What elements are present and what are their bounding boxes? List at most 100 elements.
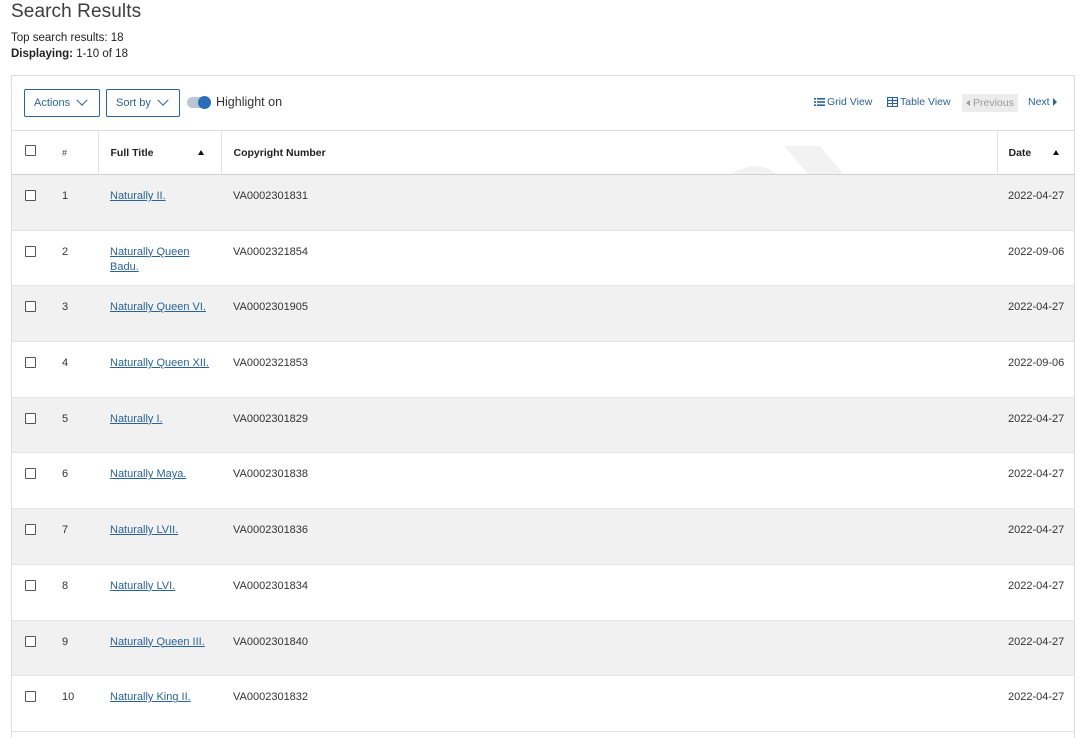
table-view-link[interactable]: Table View [887,96,951,108]
list-icon [814,98,825,106]
row-number: 1 [52,174,98,231]
sort-ascending-icon[interactable] [197,150,204,155]
row-copyright-number: VA0002301838 [221,452,997,510]
row-select-cell [12,564,52,621]
grid-view-link[interactable]: Grid View [814,96,872,108]
row-title-link[interactable]: Naturally Queen III. [110,636,205,648]
row-checkbox[interactable] [25,635,36,647]
displaying-label: Displaying: [11,48,73,60]
row-checkbox[interactable] [25,301,36,313]
date-header-label: Date [1008,146,1032,159]
grid-view-label: Grid View [827,96,873,108]
row-checkbox[interactable] [25,579,36,591]
row-copyright-number: VA0002301836 [221,508,997,565]
row-title-link[interactable]: Naturally II. [110,190,166,202]
row-checkbox[interactable] [25,468,36,480]
row-title-cell: Naturally King II. [98,675,221,732]
row-number: 5 [52,397,98,454]
row-title-cell: Naturally LVI. [98,564,221,621]
row-checkbox[interactable] [25,412,36,424]
row-title-link[interactable]: Naturally LVII. [110,524,178,536]
displaying-range: Displaying: 1-10 of 18 [11,46,128,62]
row-select-cell [12,675,52,732]
row-checkbox[interactable] [25,524,36,536]
row-date: 2022-09-06 [997,230,1074,287]
row-title-link[interactable]: Naturally King II. [110,691,191,703]
table-row: 7 Naturally LVII. VA0002301836 2022-04-27 [12,508,1074,565]
results-summary: Top search results: 18 Displaying: 1-10 … [11,30,128,62]
table-view-label: Table View [900,96,951,108]
previous-page-button[interactable]: Previous [962,94,1018,112]
table-row: 9 Naturally Queen III. VA0002301840 2022-04… [12,620,1074,677]
row-number: 2 [52,230,98,287]
row-number: 6 [52,452,98,510]
row-date: 2022-04-27 [997,174,1074,231]
sort-by-dropdown-button[interactable]: Sort by [106,89,180,117]
row-number: 8 [52,564,98,621]
highlight-toggle[interactable] [187,96,211,109]
results-panel: 123TRD Actions Sort by Highlight on Grid… [11,75,1075,738]
row-copyright-number: VA0002321854 [221,230,997,287]
table-row: 4 Naturally Queen XII. VA0002321853 2022-09… [12,341,1074,398]
row-checkbox[interactable] [25,357,36,369]
row-title-cell: Naturally Queen Badu. [98,230,221,287]
toggle-knob [198,96,211,109]
actions-dropdown-button[interactable]: Actions [24,89,100,117]
sort-by-label: Sort by [116,97,151,109]
full-title-header[interactable]: Full Title [97,130,221,175]
highlight-label: Highlight on [216,95,283,109]
select-all-checkbox[interactable] [25,144,36,156]
table-row: 10 Naturally King II. VA0002301832 2022-04-… [12,675,1074,732]
row-number: 4 [52,341,98,398]
row-select-cell [12,174,52,231]
chevron-down-icon [157,94,169,106]
row-title-cell: Naturally LVII. [98,508,221,565]
full-title-header-label: Full Title [110,146,154,159]
table-row: 1 Naturally II. VA0002301831 2022-04-27 [12,174,1074,231]
row-copyright-number: VA0002321853 [221,341,997,398]
copyright-number-header[interactable]: Copyright Number [220,130,997,175]
results-toolbar: Actions Sort by Highlight on Grid View T… [12,76,1074,131]
results-table-body: 1 Naturally II. VA0002301831 2022-04-27 2 Nat… [12,174,1074,732]
row-title-cell: Naturally II. [98,174,221,231]
row-date: 2022-04-27 [997,285,1074,343]
row-select-cell [12,508,52,565]
page-title: Search Results [11,1,142,22]
row-select-cell [12,285,52,343]
row-title-link[interactable]: Naturally Queen Badu. [110,246,190,274]
row-title-cell: Naturally I. [98,397,221,454]
row-copyright-number: VA0002301834 [221,564,997,621]
row-checkbox[interactable] [25,245,36,257]
previous-label: Previous [973,97,1014,109]
table-row: 2 Naturally Queen Badu. VA0002321854 2022-0… [12,230,1074,287]
row-number: 7 [52,508,98,565]
row-date: 2022-04-27 [997,675,1074,732]
number-header: # [52,130,98,175]
row-title-cell: Naturally Queen XII. [98,341,221,398]
row-date: 2022-04-27 [997,397,1074,454]
table-row: 3 Naturally Queen VI. VA0002301905 2022-04-… [12,285,1074,343]
table-row: 5 Naturally I. VA0002301829 2022-04-27 [12,397,1074,454]
table-icon [887,97,898,107]
row-number: 9 [52,620,98,677]
row-select-cell [12,452,52,510]
displaying-value: 1-10 of 18 [76,48,128,60]
row-title-link[interactable]: Naturally Maya. [110,468,186,480]
row-title-link[interactable]: Naturally Queen XII. [110,357,209,369]
row-title-link[interactable]: Naturally I. [110,413,163,425]
table-row: 8 Naturally LVI. VA0002301834 2022-04-27 [12,564,1074,621]
row-title-link[interactable]: Naturally LVI. [110,580,175,592]
row-title-link[interactable]: Naturally Queen VI. [110,301,206,313]
row-number: 3 [52,285,98,343]
row-copyright-number: VA0002301832 [221,675,997,732]
next-page-button[interactable]: Next [1028,96,1057,108]
results-table: # Full Title Copyright Number Date 1 Natu… [12,130,1074,732]
actions-label: Actions [34,97,71,109]
chevron-down-icon [76,94,88,106]
sort-ascending-icon[interactable] [1052,150,1059,155]
row-checkbox[interactable] [25,190,36,201]
date-header[interactable]: Date [996,130,1074,175]
row-date: 2022-04-27 [997,620,1074,677]
row-date: 2022-09-06 [997,341,1074,398]
row-checkbox[interactable] [25,691,36,703]
